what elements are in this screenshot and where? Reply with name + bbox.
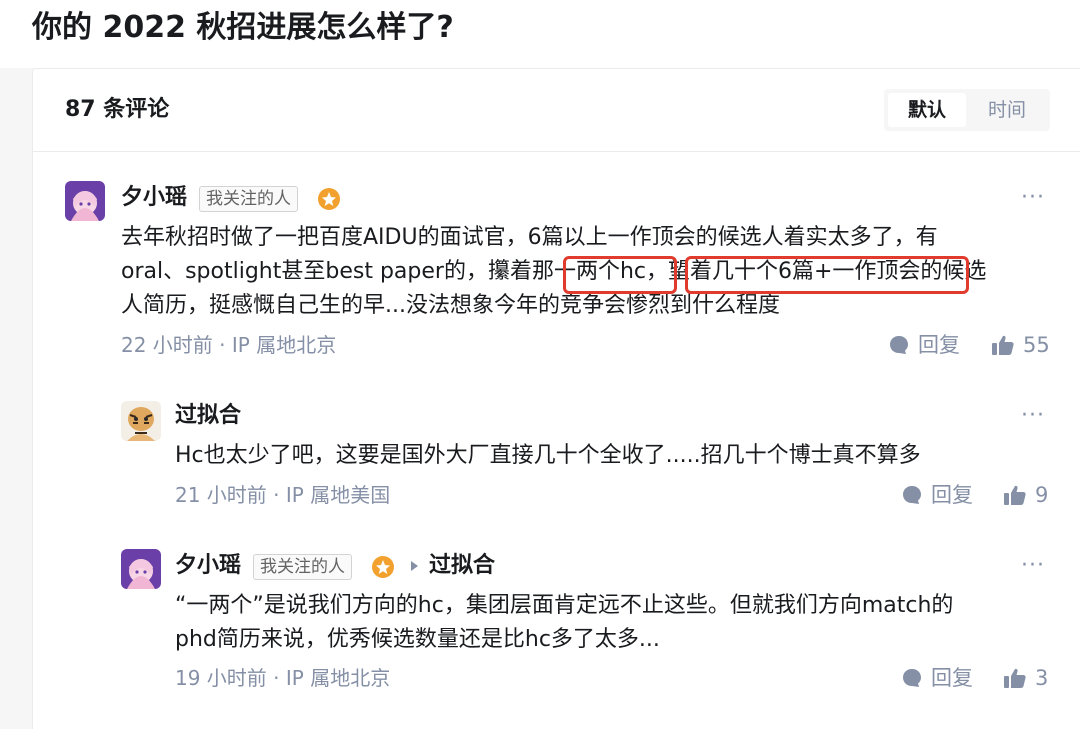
sort-default-button[interactable]: 默认 bbox=[888, 93, 966, 127]
like-icon bbox=[1004, 485, 1026, 505]
reply-icon bbox=[903, 669, 921, 687]
like-button[interactable]: 55 bbox=[991, 331, 1050, 359]
comment-meta: 19 小时前 · IP 属地北京 bbox=[175, 666, 391, 690]
reply-icon bbox=[903, 486, 921, 504]
comment-count: 87 条评论 bbox=[65, 97, 170, 122]
badge-icon bbox=[318, 188, 340, 210]
reply-icon bbox=[890, 336, 908, 354]
comment-text: “一两个”是说我们方向的hc，集团层面肯定远不止这些。但就我们方向match的 … bbox=[175, 593, 954, 652]
avatar-image bbox=[121, 549, 161, 589]
comment-author[interactable]: 夕小瑶 bbox=[175, 551, 241, 581]
avatar[interactable] bbox=[121, 401, 161, 441]
more-icon[interactable]: ··· bbox=[1021, 187, 1045, 209]
comment-author[interactable]: 夕小瑶 bbox=[121, 183, 187, 213]
comment-text: Hc也太少了吧，这要是国外大厂直接几十个全收了.....招几十个博士真不算多 bbox=[175, 443, 921, 468]
comment-text: 去年秋招时做了一把百度AIDU的面试官，6篇以上一作顶会的候选人着实太多了，有 … bbox=[121, 225, 987, 318]
question-header: 你的 2022 秋招进展怎么样了? bbox=[0, 0, 1080, 68]
avatar-image bbox=[121, 401, 161, 441]
like-button[interactable]: 3 bbox=[1003, 664, 1048, 692]
more-icon[interactable]: ··· bbox=[1021, 555, 1045, 577]
comments-card: 87 条评论 默认 时间 夕小瑶 我关注的人 ··· 去年秋招时做了一把百度AI… bbox=[32, 68, 1080, 729]
badge-icon bbox=[372, 556, 394, 578]
question-title[interactable]: 你的 2022 秋招进展怎么样了? bbox=[32, 8, 454, 48]
like-icon bbox=[992, 335, 1014, 355]
follow-tag: 我关注的人 bbox=[199, 186, 298, 212]
like-button[interactable]: 9 bbox=[1003, 481, 1048, 509]
avatar[interactable] bbox=[65, 181, 105, 221]
more-icon[interactable]: ··· bbox=[1021, 405, 1045, 427]
like-icon bbox=[1004, 668, 1026, 688]
follow-tag: 我关注的人 bbox=[253, 554, 352, 580]
reply-button[interactable]: 回复 bbox=[901, 481, 973, 509]
reply-button[interactable]: 回复 bbox=[888, 331, 960, 359]
reply-to-author[interactable]: 过拟合 bbox=[429, 551, 495, 581]
avatar-image bbox=[65, 181, 105, 221]
comment-meta: 21 小时前 · IP 属地美国 bbox=[175, 483, 391, 507]
comment-author[interactable]: 过拟合 bbox=[175, 401, 241, 431]
avatar[interactable] bbox=[121, 549, 161, 589]
comment-meta: 22 小时前 · IP 属地北京 bbox=[121, 333, 337, 357]
sort-toggle: 默认 时间 bbox=[884, 89, 1050, 131]
comments-header: 87 条评论 默认 时间 bbox=[33, 69, 1080, 152]
sort-time-button[interactable]: 时间 bbox=[968, 93, 1046, 127]
arrow-icon bbox=[411, 561, 418, 571]
reply-button[interactable]: 回复 bbox=[901, 664, 973, 692]
